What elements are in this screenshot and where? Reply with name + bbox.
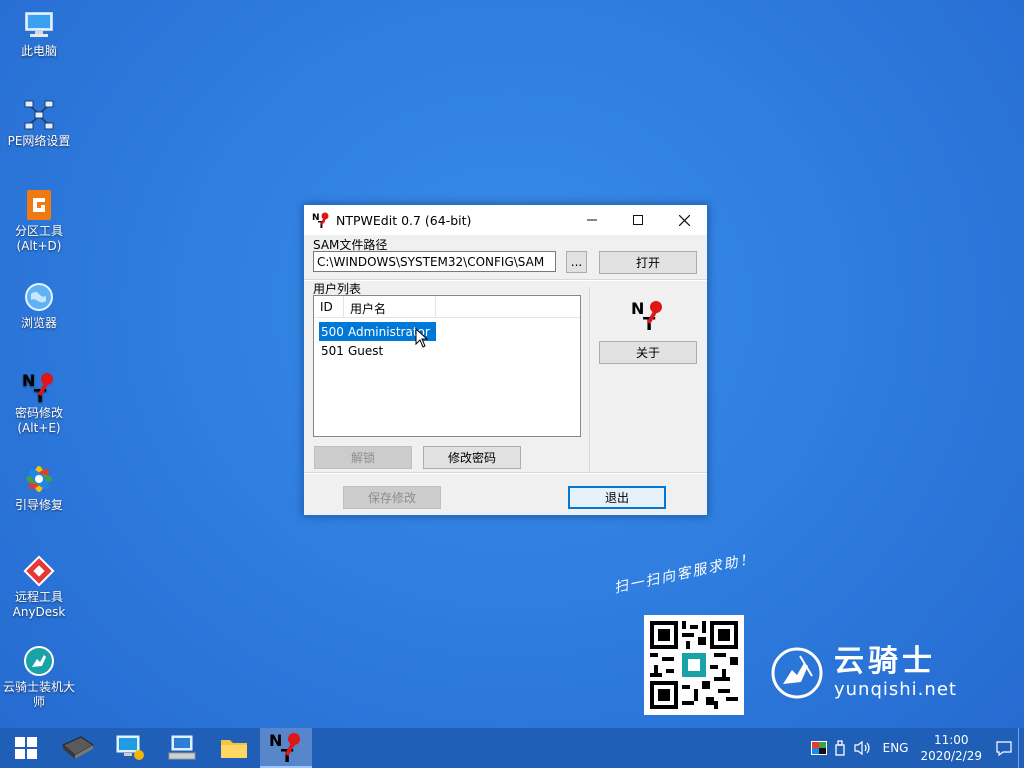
desktop-icon-pe-network[interactable]: PE网络设置 [2,98,76,149]
desktop-icon-this-pc[interactable]: 此电脑 [2,8,76,59]
system-tray: ENG 11:00 2020/2/29 [807,728,1024,768]
about-button[interactable]: 关于 [599,341,697,364]
computer-keyboard-icon [168,735,196,760]
brand-url: yunqishi.net [834,679,957,700]
user-id: 500 [321,324,344,339]
windows-logo-icon [15,737,37,759]
clock-date: 2020/2/29 [920,749,982,763]
column-header-id[interactable]: ID [314,296,344,317]
user-list[interactable]: ID 用户名 500 Administrator 501 Guest [313,295,581,437]
desktop-icon-label: PE网络设置 [7,134,71,148]
system-clock[interactable]: 11:00 2020/2/29 [920,732,982,764]
ntpwedit-icon: NT [269,731,300,764]
monitor-network-icon [116,735,144,760]
column-header-username[interactable]: 用户名 [344,296,436,317]
memory-chip-icon [62,736,94,759]
sam-path-field[interactable]: C:\WINDOWS\SYSTEM32\CONFIG\SAM [313,251,556,272]
user-id: 501 [321,343,344,358]
show-desktop-button[interactable] [1018,728,1024,768]
separator [304,280,707,281]
desktop-icon-label: 此电脑 [20,44,57,58]
taskbar-app-file-explorer[interactable] [208,728,260,768]
folder-icon [221,740,247,758]
minimize-button[interactable] [569,205,615,235]
globe-icon [22,280,56,314]
browse-button[interactable]: ... [566,251,587,273]
desktop-icon-browser[interactable]: 浏览器 [2,280,76,331]
unlock-button[interactable]: 解锁 [314,446,412,469]
yunqishi-icon [22,644,56,678]
maximize-button[interactable] [615,205,661,235]
start-button[interactable] [0,728,52,768]
anydesk-icon [22,554,56,588]
desktop-icon-label: 云骑士装机大 师 [2,680,75,709]
separator [589,287,590,472]
brand-logo: 云骑士 yunqishi.net [770,645,957,700]
desktop-icon-label: 密码修改 (Alt+E) [14,406,63,435]
input-language[interactable]: ENG [883,741,909,755]
desktop-icon-label: 引导修复 [14,498,63,512]
save-changes-button[interactable]: 保存修改 [343,486,441,509]
close-button[interactable] [661,205,707,235]
desktop-icon-label: 远程工具 AnyDesk [12,590,66,619]
user-row-guest[interactable]: 501 Guest [319,341,580,360]
taskbar-app-network-settings[interactable] [104,728,156,768]
display-settings-icon[interactable] [810,741,827,755]
desktop-icon-anydesk[interactable]: 远程工具 AnyDesk [2,554,76,620]
minimize-icon [587,219,597,221]
desktop-icon-label: 浏览器 [20,316,57,330]
taskbar-app-disk-tool[interactable] [52,728,104,768]
desktop-icon-yunqishi[interactable]: 云骑士装机大 师 [2,644,76,710]
change-password-button[interactable]: 修改密码 [423,446,521,469]
notification-icon[interactable] [996,740,1012,756]
boot-repair-icon [22,462,56,496]
desktop-icon-boot-repair[interactable]: 引导修复 [2,462,76,513]
taskbar: NT ENG 11:00 2020/2/29 [0,728,1024,768]
mouse-cursor-icon [415,328,429,348]
user-list-header: ID 用户名 [314,296,580,318]
exit-button[interactable]: 退出 [568,486,666,509]
partition-tool-icon [22,188,56,222]
computer-icon [22,8,56,42]
qr-caption: 扫一扫向客服求助！ [612,550,757,597]
maximize-icon [633,215,643,225]
desktop-icon-label: 分区工具 (Alt+D) [14,224,63,253]
network-icon [22,98,56,132]
close-icon [678,214,690,226]
desktop-icon-partition-tool[interactable]: 分区工具 (Alt+D) [2,188,76,254]
ntpwedit-icon: NT [312,212,329,229]
separator [304,473,707,474]
open-button[interactable]: 打开 [599,251,697,274]
ntpwedit-logo-icon: NT [631,299,662,332]
qr-code-icon [650,621,738,709]
yunqishi-logo-icon [771,647,823,698]
brand-name: 云骑士 [834,644,936,679]
taskbar-app-remote-desktop[interactable] [156,728,208,768]
window-titlebar[interactable]: NT NTPWEdit 0.7 (64-bit) [304,205,707,235]
volume-icon[interactable] [853,740,871,756]
usb-device-icon[interactable] [834,740,845,756]
clock-time: 11:00 [933,733,969,747]
desktop-icon-password-edit[interactable]: NT 密码修改 (Alt+E) [2,370,76,436]
window-title: NTPWEdit 0.7 (64-bit) [336,212,472,228]
qr-code [644,615,744,715]
taskbar-app-ntpwedit[interactable]: NT [260,728,312,768]
ntpwedit-icon: NT [22,370,56,404]
ntpwedit-window: NT NTPWEdit 0.7 (64-bit) SAM文件路径 C:\WIND… [303,204,708,516]
